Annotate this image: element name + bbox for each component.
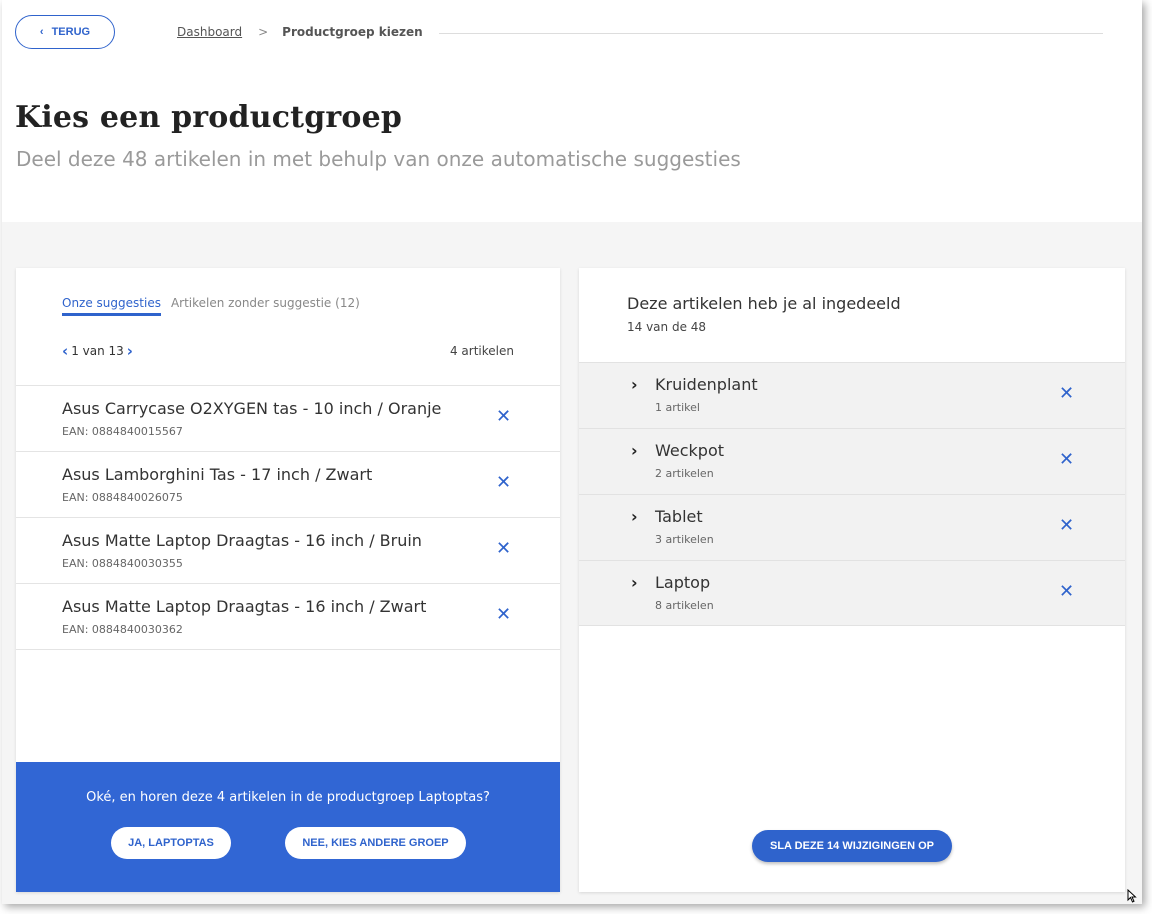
- classified-title: Deze artikelen heb je al ingedeeld: [627, 294, 901, 313]
- choose-other-group-button[interactable]: NEE, KIES ANDERE GROEP: [285, 827, 466, 859]
- page-title: Kies een productgroep: [15, 100, 403, 135]
- app-window: ‹ TERUG Dashboard > Productgroep kiezen …: [2, 0, 1142, 904]
- confirm-yes-button[interactable]: JA, LAPTOPTAS: [111, 827, 231, 859]
- suggestion-tabs: Onze suggesties Artikelen zonder suggest…: [62, 296, 360, 316]
- list-item: Asus Matte Laptop Draagtas - 16 inch / Z…: [16, 584, 560, 650]
- classified-panel: Deze artikelen heb je al ingedeeld 14 va…: [579, 268, 1125, 892]
- chevron-right-icon: ›: [631, 507, 638, 526]
- breadcrumb-dashboard-link[interactable]: Dashboard: [177, 25, 242, 39]
- article-ean: EAN: 0884840030362: [62, 623, 183, 636]
- chevron-right-icon[interactable]: ›: [127, 342, 133, 360]
- back-button-label: TERUG: [51, 26, 91, 38]
- close-icon[interactable]: ✕: [496, 538, 511, 559]
- article-name: Asus Carrycase O2XYGEN tas - 10 inch / O…: [62, 399, 442, 418]
- group-row-tablet[interactable]: › Tablet 3 artikelen ✕: [579, 494, 1125, 560]
- group-count: 3 artikelen: [655, 533, 714, 546]
- chevron-right-icon: ›: [631, 375, 638, 394]
- close-icon[interactable]: ✕: [496, 604, 511, 625]
- confirm-bar: Oké, en horen deze 4 artikelen in de pro…: [16, 762, 560, 892]
- group-row-kruidenplant[interactable]: › Kruidenplant 1 artikel ✕: [579, 362, 1125, 428]
- group-row-laptop[interactable]: › Laptop 8 artikelen ✕: [579, 560, 1125, 626]
- breadcrumb-current: Productgroep kiezen: [282, 25, 423, 39]
- top-bar: ‹ TERUG Dashboard > Productgroep kiezen: [2, 0, 1142, 66]
- article-name: Asus Matte Laptop Draagtas - 16 inch / B…: [62, 531, 422, 550]
- close-icon[interactable]: ✕: [496, 406, 511, 427]
- close-icon[interactable]: ✕: [1059, 383, 1074, 404]
- back-button[interactable]: ‹ TERUG: [15, 15, 115, 49]
- article-count: 4 artikelen: [449, 344, 514, 358]
- breadcrumb-separator: >: [258, 25, 269, 39]
- pager-text: 1 van 13: [71, 344, 124, 358]
- list-item: Asus Carrycase O2XYGEN tas - 10 inch / O…: [16, 386, 560, 452]
- group-name: Tablet: [655, 507, 703, 526]
- article-ean: EAN: 0884840026075: [62, 491, 183, 504]
- content-area: Onze suggesties Artikelen zonder suggest…: [2, 222, 1142, 904]
- close-icon[interactable]: ✕: [496, 472, 511, 493]
- confirm-question: Oké, en horen deze 4 artikelen in de pro…: [86, 790, 490, 805]
- group-count: 8 artikelen: [655, 599, 714, 612]
- mouse-cursor-icon: [1127, 889, 1137, 903]
- close-icon[interactable]: ✕: [1059, 515, 1074, 536]
- group-row-weckpot[interactable]: › Weckpot 2 artikelen ✕: [579, 428, 1125, 494]
- chevron-left-icon: ‹: [39, 26, 44, 38]
- chevron-right-icon: ›: [631, 441, 638, 460]
- suggestions-panel: Onze suggesties Artikelen zonder suggest…: [16, 268, 560, 892]
- group-count: 2 artikelen: [655, 467, 714, 480]
- close-icon[interactable]: ✕: [1059, 581, 1074, 602]
- article-list: Asus Carrycase O2XYGEN tas - 10 inch / O…: [16, 385, 560, 650]
- close-icon[interactable]: ✕: [1059, 449, 1074, 470]
- article-ean: EAN: 0884840015567: [62, 425, 183, 438]
- classified-progress: 14 van de 48: [627, 320, 707, 334]
- group-list: › Kruidenplant 1 artikel ✕ › Weckpot 2 a…: [579, 362, 1125, 626]
- page-subtitle: Deel deze 48 artikelen in met behulp van…: [16, 147, 741, 171]
- pager: ‹ 1 van 13 ›: [62, 342, 133, 360]
- save-changes-button[interactable]: SLA DEZE 14 WIJZIGINGEN OP: [752, 830, 952, 862]
- tab-artikelen-zonder-suggestie[interactable]: Artikelen zonder suggestie (12): [171, 296, 360, 316]
- chevron-right-icon: ›: [631, 573, 638, 592]
- group-name: Weckpot: [655, 441, 725, 460]
- article-name: Asus Matte Laptop Draagtas - 16 inch / Z…: [62, 597, 427, 616]
- group-count: 1 artikel: [655, 401, 700, 414]
- breadcrumb-divider: [439, 33, 1103, 34]
- group-name: Kruidenplant: [655, 375, 758, 394]
- breadcrumb: Dashboard > Productgroep kiezen: [177, 25, 423, 39]
- article-ean: EAN: 0884840030355: [62, 557, 183, 570]
- article-name: Asus Lamborghini Tas - 17 inch / Zwart: [62, 465, 373, 484]
- list-item: Asus Lamborghini Tas - 17 inch / Zwart E…: [16, 452, 560, 518]
- group-name: Laptop: [655, 573, 711, 592]
- list-item: Asus Matte Laptop Draagtas - 16 inch / B…: [16, 518, 560, 584]
- tab-onze-suggesties[interactable]: Onze suggesties: [62, 296, 161, 316]
- chevron-left-icon[interactable]: ‹: [62, 342, 68, 360]
